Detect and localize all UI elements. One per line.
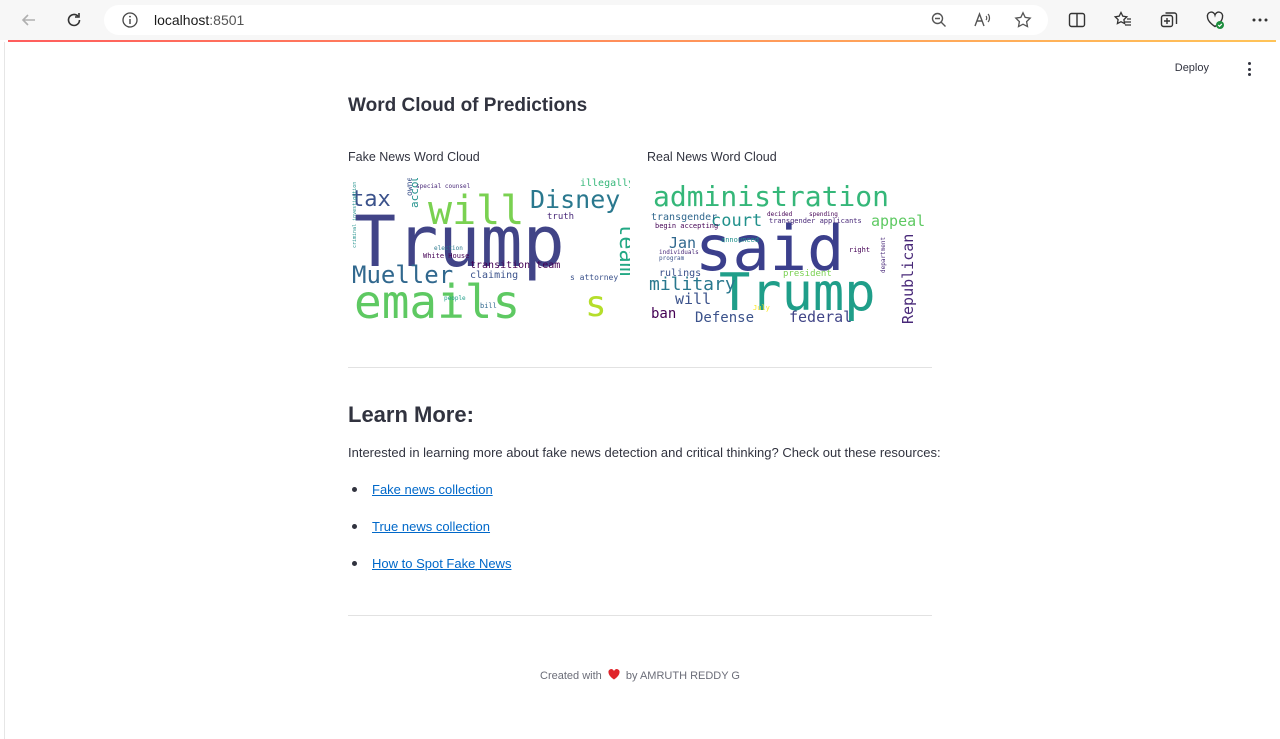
real-word: Republican <box>899 234 917 324</box>
list-item: Fake news collection <box>348 482 511 519</box>
list-item: How to Spot Fake News <box>348 556 511 593</box>
fake-word: s <box>585 284 607 324</box>
how-to-spot-fake-news-link[interactable]: How to Spot Fake News <box>372 556 511 571</box>
real-word: department <box>880 236 887 273</box>
learn-more-text: Interested in learning more about fake n… <box>348 445 941 460</box>
url-text[interactable]: localhost:8501 <box>154 12 244 28</box>
real-word: right <box>849 246 870 254</box>
app-viewport <box>4 42 1280 739</box>
real-word: federal <box>789 308 852 324</box>
fake-word: emails <box>354 275 520 324</box>
fake-word: people <box>444 295 466 302</box>
main-content: Word Cloud of Predictions Fake News Word… <box>348 95 932 324</box>
split-screen-icon[interactable] <box>1067 10 1087 30</box>
footer: Created with by AMRUTH REDDY G <box>0 669 1280 682</box>
learn-more-heading: Learn More: <box>348 402 474 427</box>
favorites-icon[interactable] <box>1113 10 1133 30</box>
true-news-collection-link[interactable]: True news collection <box>372 519 490 534</box>
deploy-button[interactable]: Deploy <box>1175 62 1209 74</box>
section-divider <box>348 367 932 368</box>
browser-toolbar: localhost:8501 <box>0 0 1280 40</box>
favorite-star-icon[interactable] <box>1014 11 1032 29</box>
fake-word: claiming <box>470 270 518 281</box>
real-word: Defense <box>695 310 754 324</box>
real-word: announced <box>721 236 759 244</box>
fake-news-collection-link[interactable]: Fake news collection <box>372 482 493 497</box>
fake-word: owner <box>405 178 414 196</box>
real-word: president <box>783 269 832 279</box>
address-bar[interactable]: localhost:8501 <box>104 5 1048 35</box>
collections-icon[interactable] <box>1159 10 1179 30</box>
reload-button[interactable] <box>60 6 88 34</box>
fake-word: team <box>614 223 630 276</box>
footer-divider <box>348 615 932 616</box>
real-word: July <box>753 304 770 312</box>
reload-icon <box>67 13 81 27</box>
real-word: ban <box>651 306 676 322</box>
real-word: rulings <box>659 268 701 279</box>
real-word: program <box>659 255 685 262</box>
browser-essentials-icon[interactable] <box>1205 10 1225 30</box>
wordcloud-row: Fake News Word Cloud tax Trump will Disn… <box>348 150 932 330</box>
real-wordcloud-caption: Real News Word Cloud <box>647 150 777 164</box>
fake-word: s attorney <box>570 273 618 282</box>
fake-word: will <box>428 188 524 234</box>
bullet-icon <box>352 524 357 529</box>
fake-word: Disney <box>530 185 620 214</box>
main-menu-icon[interactable] <box>1240 60 1258 78</box>
real-word: decided <box>767 211 793 218</box>
fake-word: truth <box>547 212 574 222</box>
back-button[interactable] <box>15 6 43 34</box>
bullet-icon <box>352 487 357 492</box>
fake-wordcloud-column: Fake News Word Cloud tax Trump will Disn… <box>348 150 632 324</box>
back-arrow-icon <box>21 14 35 26</box>
fake-word: special counsel <box>416 183 471 190</box>
real-wordcloud-column: Real News Word Cloud administration said… <box>647 150 931 324</box>
bullet-icon <box>352 561 357 566</box>
footer-text-after: by AMRUTH REDDY G <box>625 670 740 682</box>
fake-word: criminal investigation <box>352 182 358 248</box>
real-word: transgender applicants <box>769 217 862 225</box>
fake-word: bill <box>480 302 497 310</box>
real-word: administration <box>653 180 889 213</box>
site-info-icon[interactable] <box>122 12 138 28</box>
real-wordcloud-image: administration said Trump court appeal m… <box>649 178 929 324</box>
wordcloud-heading: Word Cloud of Predictions <box>348 95 588 116</box>
footer-text-before: Created with <box>540 670 602 682</box>
real-word: begin accepting <box>655 222 718 230</box>
zoom-out-icon[interactable] <box>930 11 948 29</box>
fake-word: illegally <box>580 178 630 189</box>
real-word: will <box>675 290 711 308</box>
fake-word: election <box>434 245 463 252</box>
fake-wordcloud-image: tax Trump will Disney Mueller emails tea… <box>350 178 630 324</box>
read-aloud-icon[interactable] <box>973 11 991 29</box>
heart-icon <box>608 669 620 680</box>
list-item: True news collection <box>348 519 511 556</box>
real-word: appeal <box>871 212 925 230</box>
real-word: court <box>711 211 762 231</box>
resource-links: Fake news collection True news collectio… <box>348 482 511 593</box>
fake-wordcloud-caption: Fake News Word Cloud <box>348 150 480 164</box>
more-options-icon[interactable] <box>1250 10 1270 30</box>
fake-word: White House <box>423 252 469 260</box>
